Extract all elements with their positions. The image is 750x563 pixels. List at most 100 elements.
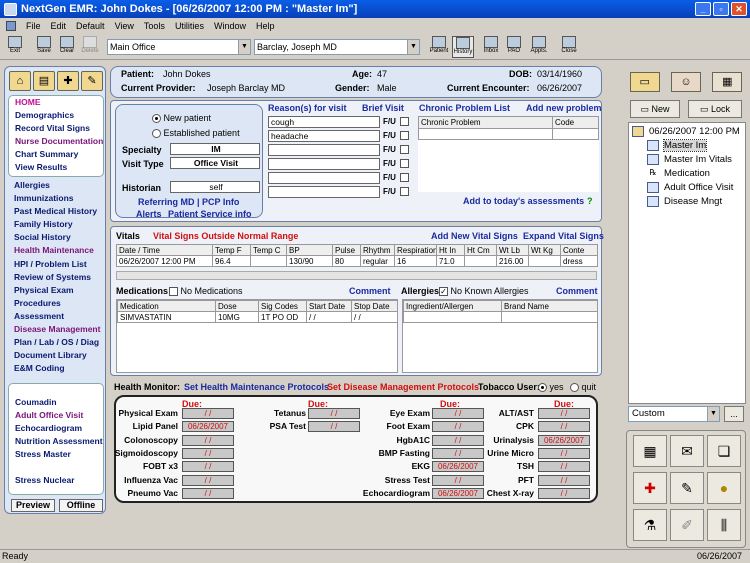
meds-comment-link[interactable]: Comment	[349, 286, 391, 296]
nav-physical-exam[interactable]: Physical Exam	[8, 284, 104, 297]
pao-button[interactable]: PAO	[503, 36, 525, 58]
hm-due-field[interactable]: 06/26/2007	[432, 487, 484, 499]
add-assessments-link[interactable]: Add to today's assessments	[463, 196, 584, 206]
nav-stress-nuclear[interactable]: Stress Nuclear	[9, 474, 103, 487]
tree-item[interactable]: Master Im	[647, 139, 708, 153]
nav-disease-management[interactable]: Disease Management	[8, 323, 104, 336]
add-problem-link[interactable]: Add new problem	[526, 103, 602, 113]
lock-button[interactable]: ▭ Lock	[688, 100, 742, 118]
medical-cross-icon[interactable]: ✚	[633, 472, 667, 504]
hm-due-field[interactable]: / /	[432, 434, 484, 446]
nav-coumadin[interactable]: Coumadin	[9, 396, 103, 409]
save-button[interactable]: Save	[33, 36, 55, 58]
fu-checkbox[interactable]	[400, 173, 409, 182]
tree-item[interactable]: Disease Mngt	[647, 196, 722, 207]
hm-due-field[interactable]: / /	[432, 421, 484, 433]
nav-stress-master[interactable]: Stress Master	[9, 448, 103, 461]
nav-echocardiogram[interactable]: Echocardiogram	[9, 422, 103, 435]
delete-button[interactable]: Delete	[79, 36, 101, 58]
menu-default[interactable]: Default	[76, 21, 105, 31]
table-row[interactable]: / /	[351, 311, 398, 323]
tree-item[interactable]: ℞ Medication	[647, 168, 710, 179]
hm-due-field[interactable]: / /	[182, 447, 234, 459]
reason-field[interactable]	[268, 186, 380, 198]
no-known-allergies-checkbox[interactable]: ✓ No Known Allergies	[439, 286, 529, 297]
reason-field[interactable]	[268, 172, 380, 184]
nav-nurse-documentation[interactable]: Nurse Documentation	[9, 135, 103, 148]
reason-field[interactable]: headache	[268, 130, 380, 142]
syringe-icon[interactable]: ✐	[670, 509, 704, 541]
fu-checkbox[interactable]	[400, 187, 409, 196]
nav-plan-lab[interactable]: Plan / Lab / OS / Diag	[8, 336, 104, 349]
menu-utilities[interactable]: Utilities	[175, 21, 204, 31]
patient-service-link[interactable]: Patient Service info	[168, 209, 252, 219]
set-dm-protocols-link[interactable]: Set Disease Management Protocols	[327, 382, 479, 392]
chart-icon[interactable]: ✎	[81, 71, 103, 91]
nav-health-maintenance[interactable]: Health Maintenance	[8, 244, 104, 257]
nav-hpi-problem-list[interactable]: HPI / Problem List	[8, 258, 104, 271]
folder-icon[interactable]: ▭	[629, 72, 660, 92]
alerts-link[interactable]: Alerts	[136, 209, 162, 219]
nav-em-coding[interactable]: E&M Coding	[8, 362, 104, 375]
allergies-comment-link[interactable]: Comment	[556, 286, 598, 296]
hm-due-field[interactable]: / /	[182, 434, 234, 446]
table-row[interactable]: 80	[332, 255, 361, 267]
folder-icon[interactable]: ▤	[33, 71, 55, 91]
hm-due-field[interactable]: / /	[538, 487, 590, 499]
chevron-down-icon[interactable]: ▼	[707, 407, 719, 421]
hm-due-field[interactable]: / /	[538, 447, 590, 459]
doc-icon[interactable]	[6, 21, 16, 31]
table-row[interactable]: 71.0	[436, 255, 465, 267]
nav-social-history[interactable]: Social History	[8, 231, 104, 244]
menu-tools[interactable]: Tools	[144, 21, 165, 31]
history-button[interactable]: History	[452, 36, 474, 58]
table-row[interactable]: regular	[360, 255, 395, 267]
nav-home[interactable]: HOME	[9, 96, 103, 109]
hm-due-field[interactable]: 06/26/2007	[538, 434, 590, 446]
chevron-down-icon[interactable]: ▼	[238, 40, 250, 54]
table-row[interactable]: / /	[306, 311, 352, 323]
fu-checkbox[interactable]	[400, 131, 409, 140]
home-icon[interactable]: ⌂	[9, 71, 31, 91]
table-row[interactable]: 10MG	[215, 311, 259, 323]
table-row[interactable]	[418, 127, 553, 141]
close-window-button[interactable]: ✕	[731, 2, 747, 16]
hm-due-field[interactable]: 06/26/2007	[432, 461, 484, 473]
chevron-down-icon[interactable]: ▼	[407, 40, 419, 54]
new-button[interactable]: ▭ New	[630, 100, 680, 118]
no-medications-checkbox[interactable]: No Medications	[169, 286, 243, 297]
table-row[interactable]	[250, 255, 287, 267]
hm-due-field[interactable]: / /	[538, 408, 590, 419]
historian-field[interactable]: self	[170, 181, 260, 193]
preview-button[interactable]: Preview	[11, 499, 55, 512]
menu-view[interactable]: View	[115, 21, 134, 31]
nav-document-library[interactable]: Document Library	[8, 349, 104, 362]
menu-file[interactable]: File	[26, 21, 41, 31]
hm-due-field[interactable]: / /	[432, 447, 484, 459]
set-hm-protocols-link[interactable]: Set Health Maintenance Protocols	[184, 382, 329, 392]
nav-past-medical-history[interactable]: Past Medical History	[8, 205, 104, 218]
hm-due-field[interactable]: / /	[308, 421, 360, 433]
visit-type-field[interactable]: Office Visit	[170, 157, 260, 169]
table-row[interactable]: 216.00	[496, 255, 529, 267]
patient-button[interactable]: Patient	[427, 36, 451, 58]
vitals-outside-range[interactable]: Vital Signs Outside Normal Range	[153, 231, 298, 241]
reason-field[interactable]: cough	[268, 116, 380, 128]
nav-chart-summary[interactable]: Chart Summary	[9, 148, 103, 161]
provider-select[interactable]: Barclay, Joseph MD ▼	[254, 39, 420, 55]
exit-button[interactable]: Exit	[4, 36, 26, 58]
hm-due-field[interactable]: / /	[182, 487, 234, 499]
nav-view-results[interactable]: View Results	[9, 161, 103, 174]
brief-visit-link[interactable]: Brief Visit	[362, 103, 404, 113]
expand-vitals-link[interactable]: Expand Vital Signs	[523, 231, 604, 241]
table-row[interactable]	[464, 255, 497, 267]
template-select[interactable]: Custom ▼	[628, 406, 720, 422]
reason-field[interactable]	[268, 144, 380, 156]
tree-root[interactable]: 06/26/2007 12:00 PM	[632, 126, 740, 137]
table-row[interactable]	[403, 311, 502, 323]
fu-checkbox[interactable]	[400, 117, 409, 126]
table-row[interactable]: 16	[394, 255, 437, 267]
table-row[interactable]	[528, 255, 561, 267]
hm-due-field[interactable]: / /	[182, 408, 234, 419]
table-row[interactable]: 130/90	[286, 255, 333, 267]
